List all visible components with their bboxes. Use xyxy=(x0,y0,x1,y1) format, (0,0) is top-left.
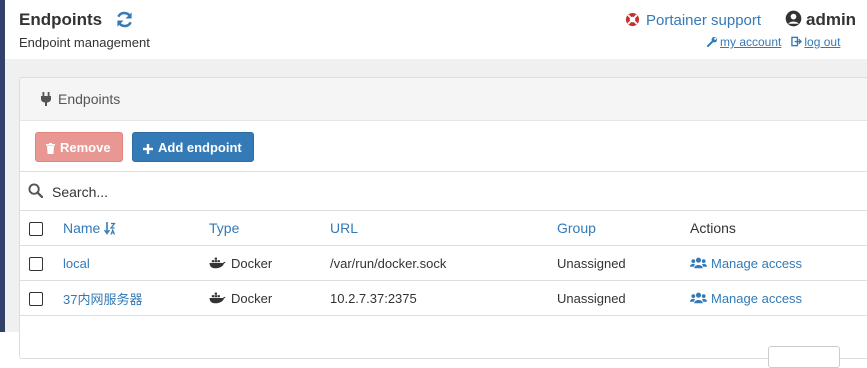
column-type[interactable]: Type xyxy=(209,211,330,246)
endpoint-actions-cell: Manage access xyxy=(690,280,867,316)
table-row: 37内网服务器 Docker 10.2.7.37:2375 Unassigned xyxy=(20,280,867,316)
page-header: Endpoints Endpoint management Portainer … xyxy=(5,0,867,59)
remove-button[interactable]: Remove xyxy=(35,132,123,162)
main-content: Endpoints Remove Add endpoint Search... … xyxy=(5,59,867,368)
plug-icon xyxy=(41,92,51,106)
endpoints-panel: Endpoints Remove Add endpoint Search... … xyxy=(19,77,867,368)
select-all-checkbox[interactable] xyxy=(29,222,43,237)
search-input[interactable] xyxy=(50,178,834,206)
manage-access-link[interactable]: Manage access xyxy=(690,291,802,306)
endpoint-group: Unassigned xyxy=(557,280,690,316)
endpoint-type: Docker xyxy=(231,255,273,271)
endpoint-type-cell: Docker xyxy=(209,280,330,316)
manage-access-label[interactable]: Manage access xyxy=(711,291,802,306)
manage-access-link[interactable]: Manage access xyxy=(690,256,802,271)
user-menu: admin xyxy=(785,10,856,30)
life-ring-icon xyxy=(625,12,640,27)
add-endpoint-label: Add endpoint xyxy=(158,140,242,155)
sign-out-icon xyxy=(791,36,803,47)
username: admin xyxy=(806,10,857,29)
add-endpoint-button[interactable]: Add endpoint xyxy=(132,132,254,162)
endpoint-name-link[interactable]: local xyxy=(63,256,90,271)
endpoint-url: 10.2.7.37:2375 xyxy=(330,280,557,316)
users-icon xyxy=(690,257,707,268)
endpoint-actions-cell: Manage access xyxy=(690,245,867,281)
row-checkbox[interactable] xyxy=(29,291,43,306)
row-checkbox[interactable] xyxy=(29,256,43,271)
endpoints-table: Name Type URL Group Actions local Docker… xyxy=(20,211,867,316)
table-header-row: Name Type URL Group Actions xyxy=(20,211,867,246)
manage-access-label[interactable]: Manage access xyxy=(711,256,802,271)
sort-icon[interactable] xyxy=(104,222,117,235)
endpoint-group: Unassigned xyxy=(557,245,690,281)
page-subtitle: Endpoint management xyxy=(19,35,150,50)
column-actions: Actions xyxy=(690,211,867,246)
column-url[interactable]: URL xyxy=(330,211,557,246)
row-select-cell xyxy=(20,245,63,281)
panel-title: Endpoints xyxy=(58,91,121,107)
support-label[interactable]: Portainer support xyxy=(646,12,761,29)
docker-icon xyxy=(209,292,226,303)
support-link[interactable]: Portainer support xyxy=(625,12,761,29)
my-account-link[interactable]: my account xyxy=(720,35,781,49)
log-out-link[interactable]: log out xyxy=(804,35,840,49)
table-row: local Docker /var/run/docker.sock Unassi… xyxy=(20,245,867,281)
search-bar xyxy=(20,171,867,211)
remove-label: Remove xyxy=(60,140,111,155)
docker-icon xyxy=(209,257,226,268)
row-select-cell xyxy=(20,280,63,316)
endpoint-url: /var/run/docker.sock xyxy=(330,245,557,281)
column-name[interactable]: Name xyxy=(63,211,209,246)
endpoint-name-cell: local xyxy=(63,245,209,281)
plus-icon xyxy=(143,144,153,154)
panel-heading: Endpoints xyxy=(20,78,867,121)
column-name-label[interactable]: Name xyxy=(63,220,100,236)
refresh-icon[interactable] xyxy=(115,10,134,29)
wrench-icon xyxy=(707,36,718,47)
endpoint-name-link[interactable]: 37内网服务器 xyxy=(63,292,142,307)
trash-icon xyxy=(46,143,55,154)
users-icon xyxy=(690,292,707,303)
endpoint-type-cell: Docker xyxy=(209,245,330,281)
actions-bar: Remove Add endpoint xyxy=(20,121,867,171)
account-links: my account log out xyxy=(707,35,840,49)
select-all-cell xyxy=(20,211,63,246)
pagination-control[interactable] xyxy=(768,346,840,368)
user-circle-icon xyxy=(785,10,802,27)
endpoint-name-cell: 37内网服务器 xyxy=(63,280,209,316)
search-icon xyxy=(28,183,43,198)
column-group[interactable]: Group xyxy=(557,211,690,246)
page-title: Endpoints xyxy=(19,10,103,29)
endpoint-type: Docker xyxy=(231,290,273,306)
